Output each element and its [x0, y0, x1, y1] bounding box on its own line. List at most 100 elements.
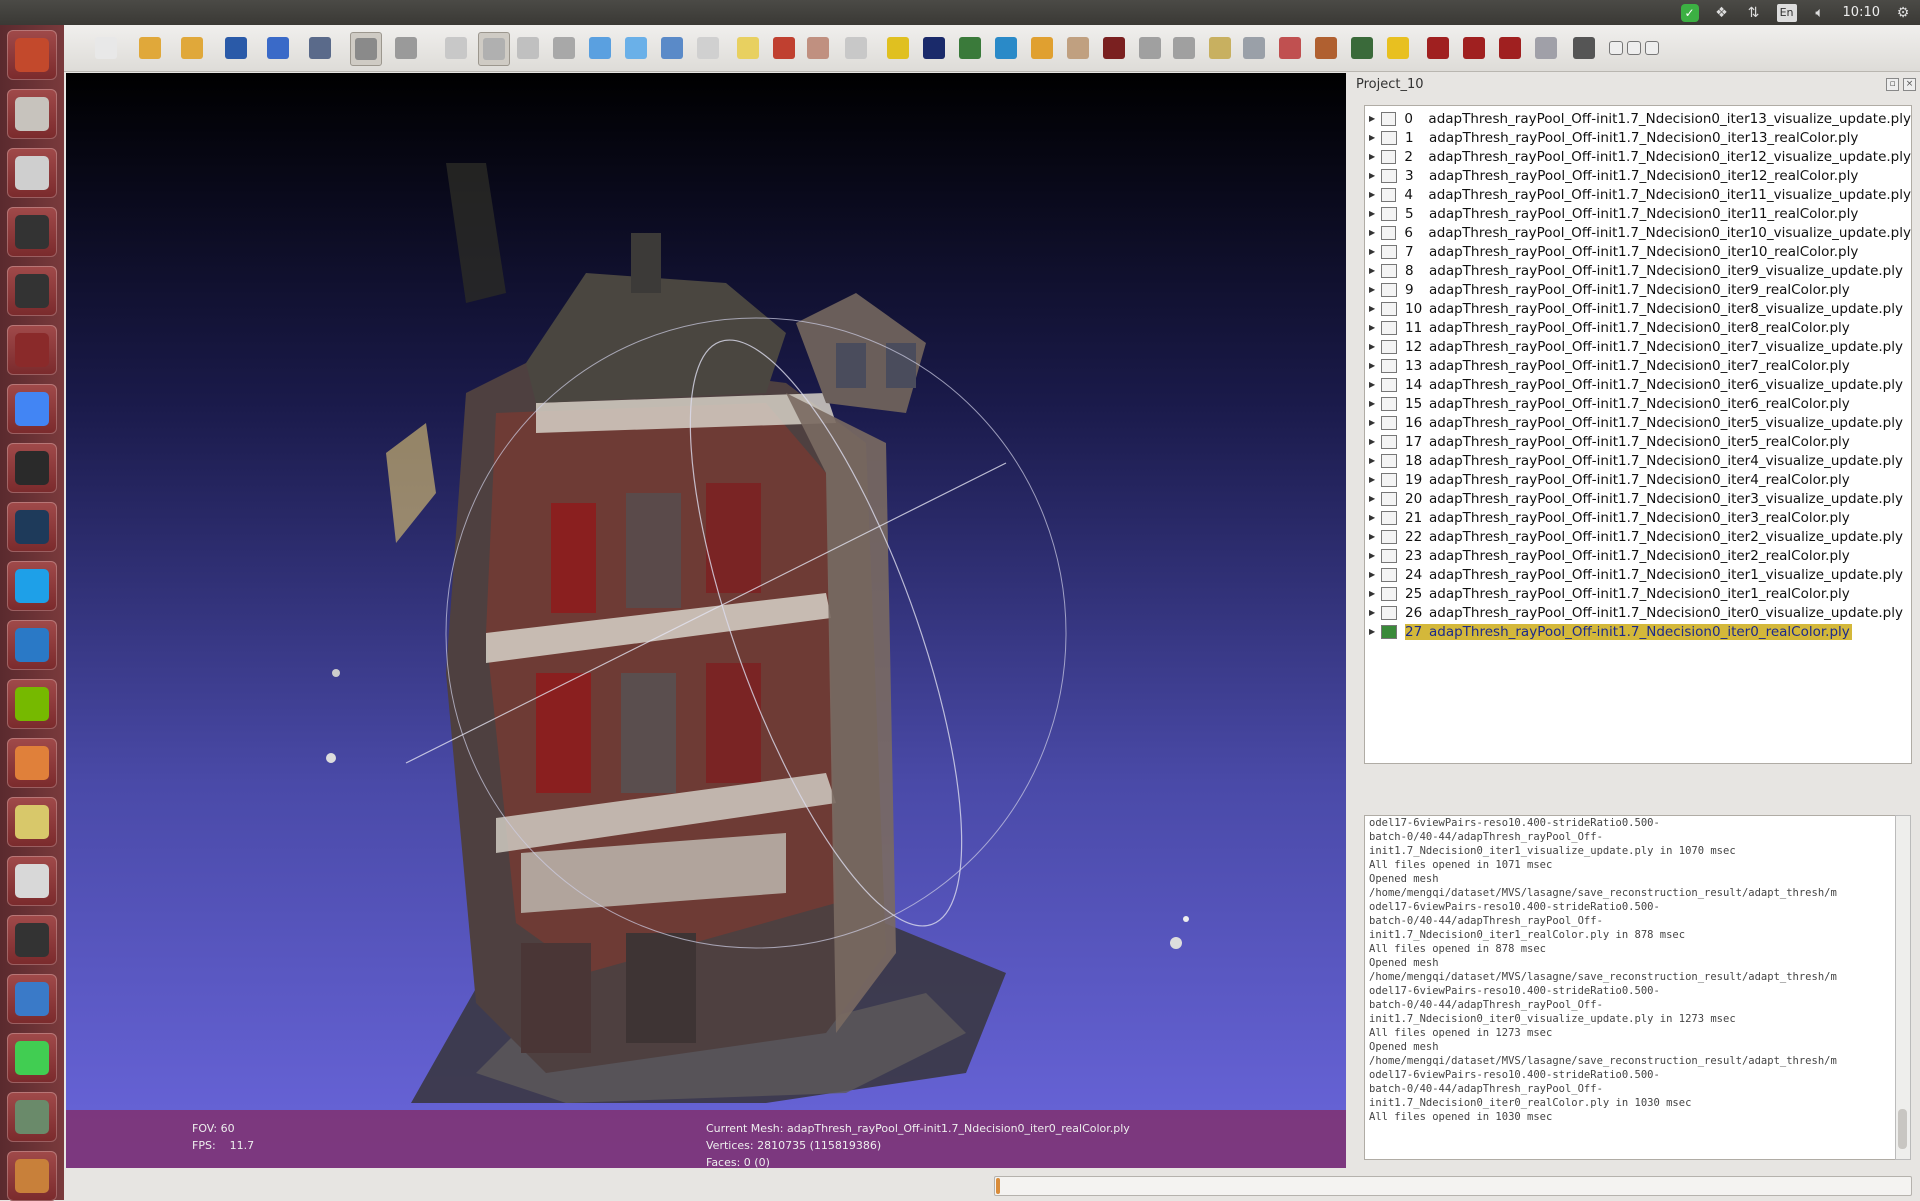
- backface-icon[interactable]: [770, 34, 798, 62]
- gear-icon[interactable]: ⚙: [1894, 4, 1912, 22]
- expand-arrow-icon[interactable]: ▶: [1369, 209, 1379, 218]
- clock[interactable]: 10:10: [1843, 5, 1880, 20]
- texture-icon[interactable]: [694, 34, 722, 62]
- window-switcher-icon[interactable]: [7, 325, 57, 375]
- visibility-toggle-icon[interactable]: [1381, 320, 1397, 335]
- reload-icon[interactable]: [222, 34, 250, 62]
- hidden-lines-icon[interactable]: [550, 34, 578, 62]
- zoom-icon[interactable]: [1532, 34, 1560, 62]
- align-icon[interactable]: [1276, 34, 1304, 62]
- color-icon[interactable]: [956, 34, 984, 62]
- volume-icon[interactable]: 🔈︎: [1811, 4, 1829, 22]
- axis-icon[interactable]: [992, 34, 1020, 62]
- layer-row[interactable]: ▶ 20 adapThresh_rayPool_Off-init1.7_Ndecis…: [1365, 489, 1911, 508]
- brush-icon[interactable]: [1064, 34, 1092, 62]
- layer-row[interactable]: ▶ 2 adapThresh_rayPool_Off-init1.7_Ndecisi…: [1365, 147, 1911, 166]
- layer-row[interactable]: ▶ 0 adapThresh_rayPool_Off-init1.7_Ndecisi…: [1365, 109, 1911, 128]
- expand-arrow-icon[interactable]: ▶: [1369, 627, 1379, 636]
- delete-all-icon[interactable]: [1496, 34, 1524, 62]
- bbox-icon[interactable]: [442, 34, 470, 62]
- layer-row[interactable]: ▶ 8 adapThresh_rayPool_Off-init1.7_Ndecisi…: [1365, 261, 1911, 280]
- expand-arrow-icon[interactable]: ▶: [1369, 475, 1379, 484]
- light-icon[interactable]: [734, 34, 762, 62]
- visibility-toggle-icon[interactable]: [1381, 434, 1397, 449]
- visibility-toggle-icon[interactable]: [1381, 396, 1397, 411]
- vscode-icon[interactable]: [7, 620, 57, 670]
- raster-icon[interactable]: [392, 34, 420, 62]
- layer-row[interactable]: ▶ 13 adapThresh_rayPool_Off-init1.7_Ndecis…: [1365, 356, 1911, 375]
- pick-icon[interactable]: [1312, 34, 1340, 62]
- expand-arrow-icon[interactable]: ▶: [1369, 266, 1379, 275]
- expand-arrow-icon[interactable]: ▶: [1369, 133, 1379, 142]
- visibility-toggle-icon[interactable]: [1381, 282, 1397, 297]
- layer-row[interactable]: ▶ 23 adapThresh_rayPool_Off-init1.7_Ndecis…: [1365, 546, 1911, 565]
- layer-row[interactable]: ▶ 24 adapThresh_rayPool_Off-init1.7_Ndecis…: [1365, 565, 1911, 584]
- visibility-toggle-icon[interactable]: [1380, 225, 1397, 240]
- layer-row[interactable]: ▶ 25 adapThresh_rayPool_Off-init1.7_Ndecis…: [1365, 584, 1911, 603]
- terminal-icon[interactable]: [7, 443, 57, 493]
- layer-row[interactable]: ▶ 12 adapThresh_rayPool_Off-init1.7_Ndecis…: [1365, 337, 1911, 356]
- layer-row[interactable]: ▶ 18 adapThresh_rayPool_Off-init1.7_Ndecis…: [1365, 451, 1911, 470]
- measure-icon[interactable]: [1240, 34, 1268, 62]
- fit-icon[interactable]: [1206, 34, 1234, 62]
- info-icon[interactable]: [1384, 34, 1412, 62]
- visibility-toggle-icon[interactable]: [1381, 567, 1397, 582]
- new-project-icon[interactable]: [92, 34, 120, 62]
- paint-icon[interactable]: [1028, 34, 1056, 62]
- file-manager-icon[interactable]: [7, 89, 57, 139]
- expand-arrow-icon[interactable]: ▶: [1369, 437, 1379, 446]
- update-check-icon[interactable]: ✓: [1680, 3, 1699, 22]
- skype-icon[interactable]: [7, 561, 57, 611]
- expand-arrow-icon[interactable]: ▶: [1369, 551, 1379, 560]
- visibility-toggle-icon[interactable]: [1381, 605, 1397, 620]
- layer-row[interactable]: ▶ 7 adapThresh_rayPool_Off-init1.7_Ndecisi…: [1365, 242, 1911, 261]
- visibility-toggle-icon[interactable]: [1381, 358, 1397, 373]
- visibility-toggle-icon[interactable]: [1381, 415, 1397, 430]
- drive-icon[interactable]: [7, 148, 57, 198]
- visibility-toggle-icon[interactable]: [1381, 510, 1397, 525]
- import-mesh-icon[interactable]: [178, 34, 206, 62]
- visibility-toggle-icon[interactable]: [1381, 529, 1397, 544]
- expand-arrow-icon[interactable]: ▶: [1369, 285, 1379, 294]
- visibility-toggle-icon[interactable]: [1380, 111, 1397, 126]
- layer-row[interactable]: ▶ 5 adapThresh_rayPool_Off-init1.7_Ndecisi…: [1365, 204, 1911, 223]
- nvidia-icon[interactable]: [7, 679, 57, 729]
- text-editor-icon[interactable]: [7, 856, 57, 906]
- chrome-icon[interactable]: [7, 384, 57, 434]
- log-scrollbar[interactable]: [1895, 815, 1911, 1160]
- visibility-toggle-icon[interactable]: [1381, 453, 1397, 468]
- eye-toggle-icon[interactable]: [1570, 34, 1598, 62]
- expand-arrow-icon[interactable]: ▶: [1369, 171, 1379, 180]
- shader-icon[interactable]: [920, 34, 948, 62]
- visibility-toggle-icon[interactable]: [1381, 377, 1397, 392]
- trackball-icon[interactable]: [842, 34, 870, 62]
- layer-row[interactable]: ▶ 3 adapThresh_rayPool_Off-init1.7_Ndecisi…: [1365, 166, 1911, 185]
- visibility-toggle-icon[interactable]: [1381, 586, 1397, 601]
- layer-row[interactable]: ▶ 19 adapThresh_rayPool_Off-init1.7_Ndecis…: [1365, 470, 1911, 489]
- layer-row[interactable]: ▶ 11 adapThresh_rayPool_Off-init1.7_Ndecis…: [1365, 318, 1911, 337]
- layer-row[interactable]: ▶ 14 adapThresh_rayPool_Off-init1.7_Ndecis…: [1365, 375, 1911, 394]
- panel-float-icon[interactable]: ▫: [1886, 78, 1899, 91]
- layer-row[interactable]: ▶ 15 adapThresh_rayPool_Off-init1.7_Ndecis…: [1365, 394, 1911, 413]
- ubuntu-dash-icon[interactable]: [7, 30, 57, 80]
- select-vertex-icon[interactable]: [1136, 34, 1164, 62]
- expand-arrow-icon[interactable]: ▶: [1369, 494, 1379, 503]
- expand-arrow-icon[interactable]: ▶: [1369, 190, 1379, 199]
- expand-arrow-icon[interactable]: ▶: [1369, 152, 1379, 161]
- visibility-toggle-icon[interactable]: [1380, 187, 1397, 202]
- georef-icon[interactable]: [1348, 34, 1376, 62]
- expand-arrow-icon[interactable]: ▶: [1369, 589, 1379, 598]
- p-icon[interactable]: [1100, 34, 1128, 62]
- expand-arrow-icon[interactable]: ▶: [1369, 608, 1379, 617]
- expand-arrow-icon[interactable]: ▶: [1369, 342, 1379, 351]
- layer-row[interactable]: ▶ 21 adapThresh_rayPool_Off-init1.7_Ndecis…: [1365, 508, 1911, 527]
- layer-row[interactable]: ▶ 22 adapThresh_rayPool_Off-init1.7_Ndecis…: [1365, 527, 1911, 546]
- window-close-icon[interactable]: [1638, 34, 1666, 62]
- expand-arrow-icon[interactable]: ▶: [1369, 247, 1379, 256]
- blender-icon[interactable]: [7, 974, 57, 1024]
- layer-row[interactable]: ▶ 27 adapThresh_rayPool_Off-init1.7_Ndecis…: [1365, 622, 1911, 641]
- visibility-toggle-icon[interactable]: [1381, 548, 1397, 563]
- visibility-toggle-icon[interactable]: [1381, 206, 1397, 221]
- 3d-viewport[interactable]: FOV: 60 FPS: 11.7 Current Mesh: adapThre…: [66, 73, 1346, 1168]
- log-window[interactable]: odel17-6viewPairs-reso10.400-strideRatio…: [1364, 815, 1896, 1160]
